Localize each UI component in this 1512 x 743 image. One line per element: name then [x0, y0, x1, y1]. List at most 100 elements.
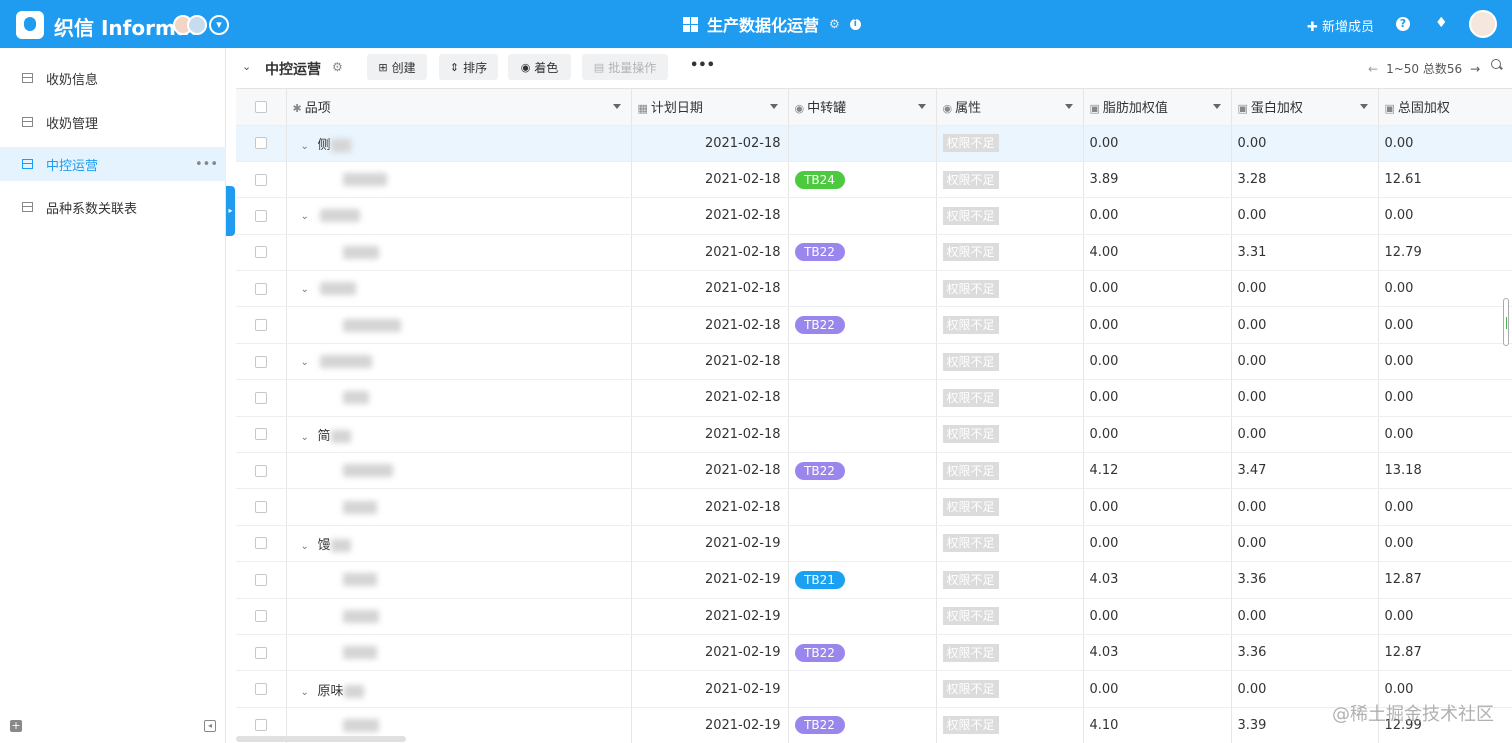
- solids-cell[interactable]: 12.87: [1378, 634, 1512, 672]
- search-icon[interactable]: [1491, 59, 1503, 71]
- vertical-scrollbar[interactable]: [1503, 298, 1509, 346]
- tank-cell[interactable]: [788, 525, 937, 563]
- item-cell[interactable]: [286, 306, 632, 344]
- table-row[interactable]: ⌄ 馒 2021-02-19 权限不足 0.00 0.00 0.00: [236, 525, 1512, 563]
- row-checkbox[interactable]: [236, 343, 287, 381]
- date-cell[interactable]: 2021-02-18: [631, 125, 789, 162]
- batch-operation-button[interactable]: ▤ 批量操作: [582, 54, 668, 80]
- expand-chevron-icon[interactable]: ⌄: [301, 141, 310, 152]
- tank-cell[interactable]: [788, 197, 937, 235]
- tank-cell[interactable]: [788, 270, 937, 308]
- brand-logo-icon[interactable]: [16, 11, 44, 39]
- table-row[interactable]: 2021-02-19 权限不足 0.00 0.00 0.00: [236, 598, 1512, 635]
- protein-cell[interactable]: 0.00: [1231, 488, 1379, 526]
- fat-cell[interactable]: 4.03: [1083, 634, 1232, 672]
- item-cell[interactable]: ⌄ 侧: [286, 125, 632, 162]
- item-cell[interactable]: [286, 234, 632, 272]
- app-info-icon[interactable]: i: [849, 18, 861, 30]
- fat-cell[interactable]: 0.00: [1083, 670, 1232, 708]
- solids-cell[interactable]: 0.00: [1378, 525, 1512, 563]
- row-checkbox[interactable]: [236, 634, 287, 672]
- table-row[interactable]: 2021-02-18 权限不足 0.00 0.00 0.00: [236, 488, 1512, 526]
- caret-down-icon[interactable]: [1212, 104, 1221, 109]
- protein-cell[interactable]: 0.00: [1231, 525, 1379, 563]
- protein-cell[interactable]: 0.00: [1231, 416, 1379, 454]
- table-row[interactable]: 2021-02-18 TB24 权限不足 3.89 3.28 12.61: [236, 161, 1512, 199]
- item-cell[interactable]: [286, 452, 632, 490]
- row-checkbox[interactable]: [236, 306, 287, 344]
- solids-cell[interactable]: 0.00: [1378, 488, 1512, 526]
- date-cell[interactable]: 2021-02-18: [631, 488, 789, 526]
- sidebar-toggle-handle[interactable]: ▸: [226, 186, 235, 236]
- fat-cell[interactable]: 4.00: [1083, 234, 1232, 272]
- create-button[interactable]: ⊞ 创建: [367, 54, 427, 80]
- table-row[interactable]: ⌄ 2021-02-18 权限不足 0.00 0.00 0.00: [236, 197, 1512, 235]
- protein-cell[interactable]: 0.00: [1231, 343, 1379, 381]
- caret-down-icon[interactable]: [769, 104, 778, 109]
- row-checkbox[interactable]: [236, 125, 287, 162]
- sidebar-item-variety-coefficient[interactable]: 品种系数关联表: [0, 190, 226, 224]
- row-checkbox[interactable]: [236, 234, 287, 272]
- fat-cell[interactable]: 0.00: [1083, 598, 1232, 635]
- item-cell[interactable]: [286, 598, 632, 635]
- table-row[interactable]: 2021-02-18 TB22 权限不足 0.00 0.00 0.00: [236, 306, 1512, 344]
- fat-cell[interactable]: 4.03: [1083, 561, 1232, 599]
- column-header-tank[interactable]: ◉ 中转罐: [788, 89, 937, 126]
- protein-cell[interactable]: 3.28: [1231, 161, 1379, 199]
- fat-cell[interactable]: 0.00: [1083, 525, 1232, 563]
- fat-cell[interactable]: 0.00: [1083, 416, 1232, 454]
- date-cell[interactable]: 2021-02-18: [631, 161, 789, 199]
- table-row[interactable]: 2021-02-18 TB22 权限不足 4.12 3.47 13.18: [236, 452, 1512, 490]
- fat-cell[interactable]: 0.00: [1083, 197, 1232, 235]
- caret-down-icon[interactable]: [1359, 104, 1368, 109]
- collapse-sidebar-icon[interactable]: ◂: [204, 720, 216, 732]
- row-checkbox[interactable]: [236, 161, 287, 199]
- user-avatar[interactable]: [1469, 10, 1497, 38]
- solids-cell[interactable]: 0.00: [1378, 197, 1512, 235]
- table-row[interactable]: ⌄ 简 2021-02-18 权限不足 0.00 0.00 0.00: [236, 416, 1512, 454]
- protein-cell[interactable]: 0.00: [1231, 197, 1379, 235]
- expand-chevron-icon[interactable]: ⌄: [301, 687, 310, 698]
- tank-cell[interactable]: TB22: [788, 707, 937, 743]
- table-row[interactable]: ⌄ 2021-02-18 权限不足 0.00 0.00 0.00: [236, 343, 1512, 381]
- solids-cell[interactable]: 0.00: [1378, 416, 1512, 454]
- solids-cell[interactable]: 0.00: [1378, 306, 1512, 344]
- fat-cell[interactable]: 0.00: [1083, 270, 1232, 308]
- date-cell[interactable]: 2021-02-18: [631, 197, 789, 235]
- protein-cell[interactable]: 0.00: [1231, 379, 1379, 417]
- tank-cell[interactable]: [788, 416, 937, 454]
- tank-cell[interactable]: [788, 598, 937, 635]
- item-cell[interactable]: ⌄ 简: [286, 416, 632, 454]
- avatar-dropdown-icon[interactable]: ▾: [209, 15, 229, 35]
- color-button[interactable]: ◉ 着色: [508, 54, 571, 80]
- chevron-down-icon[interactable]: ⌄: [242, 60, 251, 73]
- fat-cell[interactable]: 4.10: [1083, 707, 1232, 743]
- expand-chevron-icon[interactable]: ⌄: [301, 357, 310, 368]
- view-settings-icon[interactable]: ⚙: [332, 60, 343, 74]
- row-checkbox[interactable]: [236, 598, 287, 635]
- table-row[interactable]: 2021-02-19 TB22 权限不足 4.03 3.36 12.87: [236, 634, 1512, 672]
- sidebar-item-milk-info[interactable]: 收奶信息: [0, 61, 226, 95]
- collaborator-avatars[interactable]: ▾: [173, 15, 229, 35]
- protein-cell[interactable]: 0.00: [1231, 270, 1379, 308]
- solids-cell[interactable]: 0.00: [1378, 343, 1512, 381]
- tank-cell[interactable]: TB22: [788, 234, 937, 272]
- solids-cell[interactable]: 0.00: [1378, 270, 1512, 308]
- table-row[interactable]: 2021-02-18 权限不足 0.00 0.00 0.00: [236, 379, 1512, 417]
- caret-down-icon[interactable]: [917, 104, 926, 109]
- caret-down-icon[interactable]: [1064, 104, 1073, 109]
- caret-down-icon[interactable]: [612, 104, 621, 109]
- table-row[interactable]: 2021-02-18 TB22 权限不足 4.00 3.31 12.79: [236, 234, 1512, 272]
- row-checkbox[interactable]: [236, 416, 287, 454]
- tank-cell[interactable]: TB22: [788, 306, 937, 344]
- sidebar-item-milk-management[interactable]: 收奶管理: [0, 105, 226, 139]
- tank-cell[interactable]: TB22: [788, 452, 937, 490]
- solids-cell[interactable]: 0.00: [1378, 125, 1512, 162]
- row-checkbox[interactable]: [236, 670, 287, 708]
- item-cell[interactable]: ⌄: [286, 270, 632, 308]
- fat-cell[interactable]: 3.89: [1083, 161, 1232, 199]
- protein-cell[interactable]: 3.47: [1231, 452, 1379, 490]
- tank-cell[interactable]: [788, 343, 937, 381]
- select-all-checkbox[interactable]: [236, 89, 287, 126]
- tank-cell[interactable]: [788, 379, 937, 417]
